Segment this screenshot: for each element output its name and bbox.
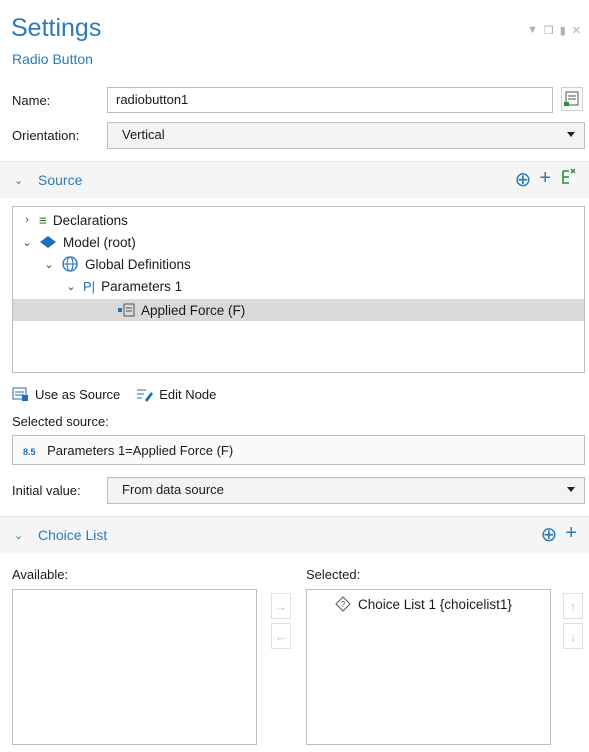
choice-list-section-title: Choice List — [38, 527, 108, 543]
tree-item-global-definitions[interactable]: ⌄ Global Definitions — [43, 253, 191, 275]
pin-icon[interactable]: ▮ — [560, 24, 566, 37]
dropdown-icon[interactable]: ▼ — [527, 24, 538, 37]
source-section-title: Source — [38, 172, 83, 188]
list-item[interactable]: ? Choice List 1 {choicelist1} — [335, 596, 512, 612]
chevron-down-icon[interactable]: ⌄ — [14, 174, 23, 187]
arrow-up-icon: ↑ — [569, 598, 577, 614]
chevron-down-icon[interactable]: ⌄ — [43, 258, 55, 271]
chevron-down-icon[interactable]: ⌄ — [65, 280, 77, 293]
initial-value-select[interactable]: From data source — [107, 477, 585, 504]
chevron-down-icon[interactable]: ⌄ — [21, 236, 33, 249]
form-icon — [564, 91, 579, 106]
tree-item-model-root[interactable]: ⌄ Model (root) — [21, 231, 135, 253]
initial-value-label: Initial value: — [12, 483, 81, 498]
page-subtitle: Radio Button — [12, 51, 93, 67]
parameters-icon: P| — [83, 278, 96, 294]
initial-value-value: From data source — [122, 482, 224, 497]
restore-icon[interactable]: ❐ — [544, 24, 554, 37]
move-right-button[interactable]: → — [271, 593, 291, 619]
tree-add-icon[interactable] — [559, 167, 577, 187]
choice-list-icon: ? — [335, 596, 351, 612]
selected-label: Selected: — [306, 567, 361, 582]
tree-item-declarations[interactable]: › ≡ Declarations — [21, 209, 128, 231]
close-icon[interactable]: ✕ — [572, 24, 581, 37]
page-title: Settings — [11, 14, 102, 42]
selected-source-field: 8.5 Parameters 1=Applied Force (F) — [12, 435, 585, 465]
plus-icon[interactable]: + — [539, 167, 551, 192]
chevron-down-icon[interactable]: ⌄ — [14, 529, 23, 542]
globe-icon — [62, 256, 78, 272]
available-list[interactable] — [12, 589, 257, 745]
name-label: Name: — [12, 93, 51, 108]
edit-node-button[interactable]: Edit Node — [136, 386, 216, 402]
selected-list[interactable]: ? Choice List 1 {choicelist1} — [306, 589, 551, 745]
tree-item-parameters-1[interactable]: ⌄ P| Parameters 1 — [65, 275, 182, 297]
selected-source-value: Parameters 1=Applied Force (F) — [47, 443, 234, 458]
arrow-down-icon: ↓ — [569, 628, 577, 644]
source-tree[interactable]: › ≡ Declarations ⌄ Model (root) ⌄ Global… — [12, 206, 585, 373]
name-field[interactable]: radiobutton1 — [107, 87, 553, 113]
arrow-left-icon: ← — [274, 628, 288, 644]
tree-toolbar: Use as Source Edit Node — [12, 386, 216, 402]
available-label: Available: — [12, 567, 69, 582]
orientation-value: Vertical — [122, 127, 165, 142]
window-controls: ▼ ❐ ▮ ✕ — [527, 24, 581, 37]
move-down-button[interactable]: ↓ — [563, 623, 583, 649]
tree-selection-highlight — [13, 299, 584, 321]
edit-icon — [137, 389, 154, 402]
parameter-value-icon: 8.5 — [23, 447, 36, 457]
add-circle-icon[interactable]: ⊕ — [541, 522, 558, 547]
move-left-button[interactable]: ← — [271, 623, 291, 649]
source-section-header[interactable]: ⌄ Source ⊕ + — [0, 161, 589, 198]
move-up-button[interactable]: ↑ — [563, 593, 583, 619]
plus-icon[interactable]: + — [565, 522, 577, 547]
name-edit-button[interactable] — [561, 87, 583, 111]
parameter-icon — [118, 303, 135, 317]
tree-item-applied-force[interactable]: Applied Force (F) — [117, 299, 245, 321]
chevron-right-icon[interactable]: › — [21, 214, 33, 226]
use-as-source-button[interactable]: Use as Source — [12, 386, 120, 402]
choice-list-section-header[interactable]: ⌄ Choice List ⊕ + — [0, 516, 589, 553]
chevron-down-icon — [567, 132, 575, 137]
orientation-select[interactable]: Vertical — [107, 122, 585, 149]
arrow-right-icon: → — [274, 598, 288, 614]
use-source-icon — [12, 387, 28, 401]
chevron-down-icon — [567, 487, 575, 492]
model-icon — [40, 236, 56, 248]
orientation-label: Orientation: — [12, 128, 80, 143]
svg-text:?: ? — [341, 600, 346, 609]
list-icon: ≡ — [39, 212, 47, 228]
add-circle-icon[interactable]: ⊕ — [515, 167, 532, 192]
selected-source-label: Selected source: — [12, 414, 109, 429]
